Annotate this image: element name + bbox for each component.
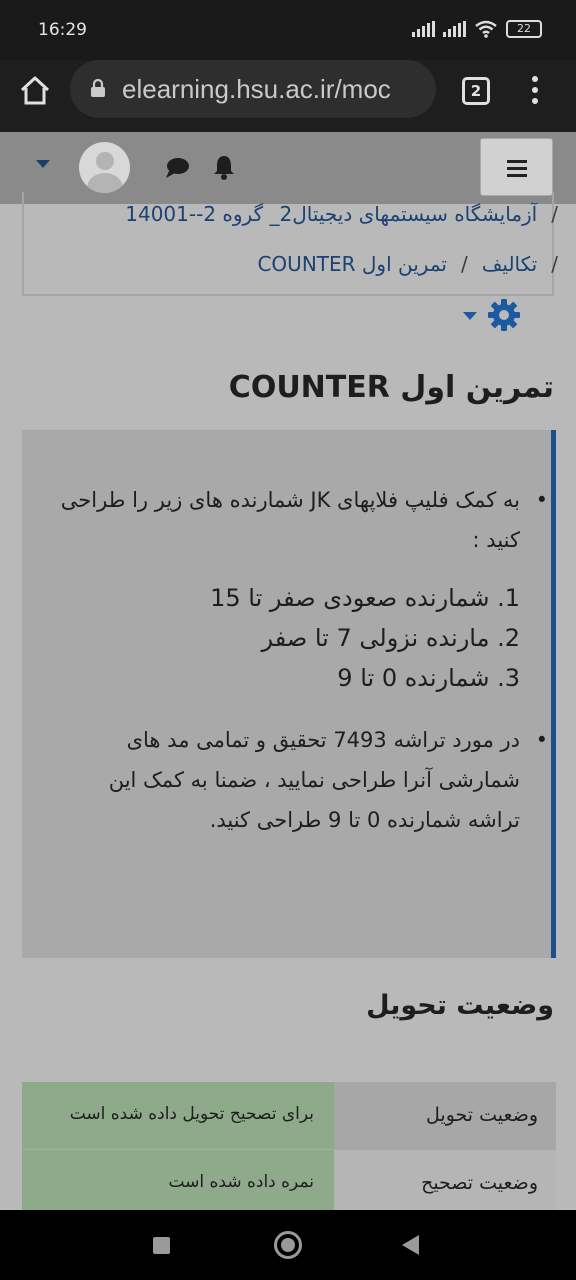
url-text: elearning.hsu.ac.ir/moc [122,74,391,104]
recents-icon[interactable] [153,1237,170,1254]
address-bar[interactable]: elearning.hsu.ac.ir/moc [70,60,436,118]
status-label: وضعیت تصحیح [334,1150,556,1210]
hamburger-icon [481,139,552,177]
avatar[interactable] [79,142,130,193]
submission-status-table: برای تصحیح تحویل داده شده است وضعیت تحوی… [22,1082,556,1210]
intro-bullet-2: در مورد تراشه 7493 تحقیق و تمامی مد های … [52,720,548,840]
gear-icon[interactable] [487,298,521,332]
battery-icon: 22 [506,20,542,38]
intro-text: به کمک فلیپ فلاپهای JK شمارنده های زیر ر… [52,480,548,840]
status-value: نمره داده شده است [22,1150,334,1210]
page-title: تمرین اول COUNTER [228,370,554,405]
chevron-down-icon[interactable] [463,312,477,320]
list-item: 3. شمارنده 0 تا 9 [337,664,520,692]
counter-list: 1. شمارنده صعودی صفر تا 15 2. مارنده نزو… [52,578,520,698]
browser-menu-icon[interactable] [530,76,540,108]
table-row: نمره داده شده است وضعیت تصحیح [22,1150,556,1210]
page-content: / آزمایشگاه سیستمهای دیجیتال2_ گروه 2--1… [0,132,576,1210]
status-time: 16:29 [38,20,87,40]
intro-bullet-1: به کمک فلیپ فلاپهای JK شمارنده های زیر ر… [52,480,548,560]
user-menu-caret-icon[interactable] [36,160,50,168]
list-item: 2. مارنده نزولی 7 تا صفر [261,624,520,652]
home-circle-icon[interactable] [274,1231,302,1259]
tab-switcher-button[interactable]: 2 [462,77,490,105]
breadcrumb-separator: / [460,252,468,276]
breadcrumb-line: / تکالیف / تمرین اول COUNTER [257,252,558,276]
browser-toolbar: elearning.hsu.ac.ir/moc 2 [0,60,576,132]
breadcrumb-assignments-link[interactable]: تکالیف [482,252,538,276]
status-bar: 16:29 22 [0,0,576,60]
status-icons: 22 [412,20,542,38]
back-icon[interactable] [402,1235,419,1255]
status-value: برای تصحیح تحویل داده شده است [22,1082,334,1150]
list-item: 1. شمارنده صعودی صفر تا 15 [210,584,520,612]
home-icon[interactable] [18,74,52,108]
breadcrumb-line: / آزمایشگاه سیستمهای دیجیتال2_ گروه 2--1… [125,202,558,226]
table-row: برای تصحیح تحویل داده شده است وضعیت تحوی… [22,1082,556,1150]
wifi-icon [475,20,497,38]
nav-drawer-button[interactable] [480,138,553,196]
lock-icon [91,79,105,97]
breadcrumb-separator: / [551,202,558,226]
assignment-intro: به کمک فلیپ فلاپهای JK شمارنده های زیر ر… [22,430,556,958]
notifications-icon[interactable] [212,154,236,180]
submission-status-heading: وضعیت تحویل [366,990,554,1021]
breadcrumb-assignment-link[interactable]: تمرین اول COUNTER [257,252,446,276]
signal-icon [443,21,466,37]
system-navigation-bar [0,1210,576,1280]
breadcrumb-course-link[interactable]: آزمایشگاه سیستمهای دیجیتال2_ گروه 2--140… [125,202,537,226]
signal-icon [412,21,435,37]
messages-icon[interactable] [164,156,190,180]
breadcrumb-separator: / [551,252,558,276]
status-label: وضعیت تحویل [334,1082,556,1150]
